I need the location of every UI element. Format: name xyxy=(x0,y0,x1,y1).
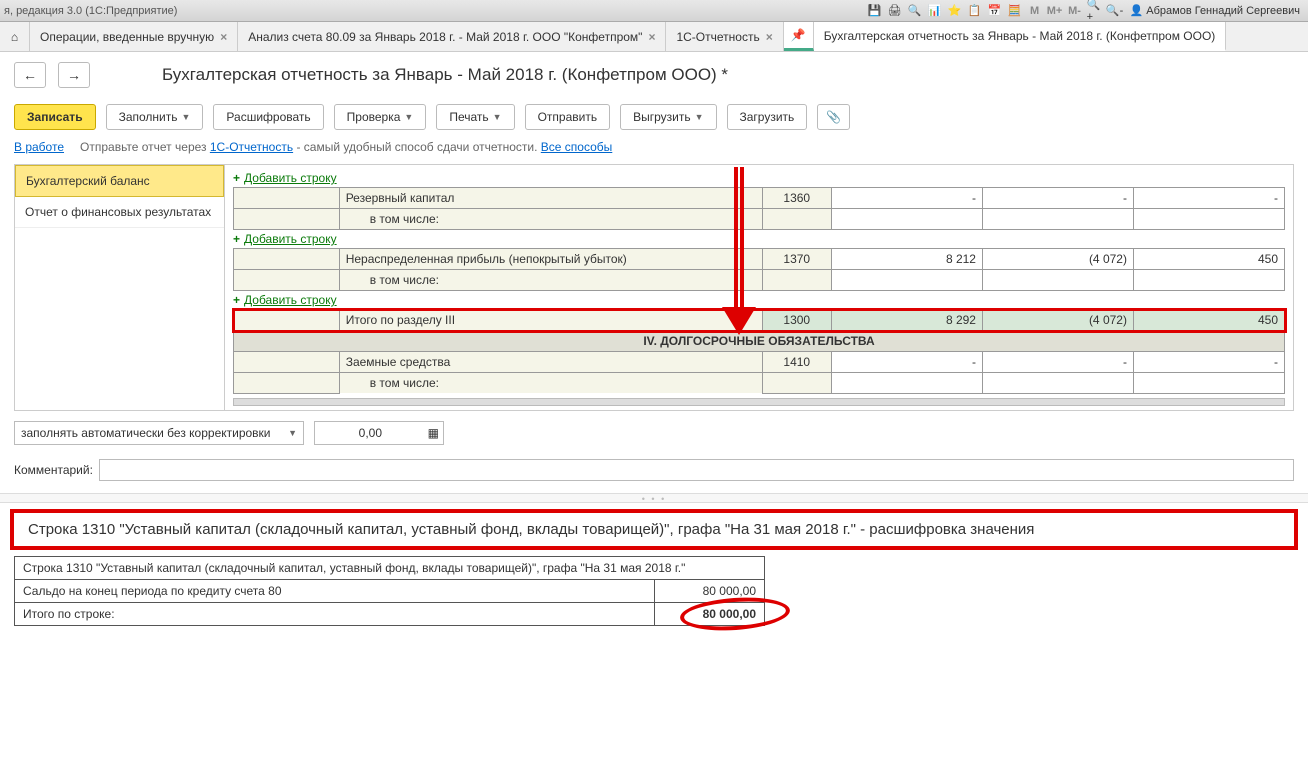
attach-button[interactable]: 📎 xyxy=(817,104,850,130)
home-icon: ⌂ xyxy=(11,30,18,44)
link-1c-reporting[interactable]: 1С-Отчетность xyxy=(210,140,293,154)
forward-button[interactable]: → xyxy=(58,62,90,88)
app-title: я, редакция 3.0 (1С:Предприятие) xyxy=(4,5,177,17)
table-row[interactable]: в том числе: xyxy=(234,270,1285,291)
calculator-icon[interactable]: ▦ xyxy=(428,426,439,440)
chart-icon[interactable]: 📊 xyxy=(926,2,944,20)
grid-total: Итого по разделу III 1300 8 292(4 072)45… xyxy=(233,309,1285,394)
tabbar: ⌂ Операции, введенные вручную× Анализ сч… xyxy=(0,22,1308,52)
close-icon[interactable]: × xyxy=(648,30,655,44)
chevron-down-icon: ▼ xyxy=(695,112,704,122)
splitter[interactable]: • • • xyxy=(0,493,1308,503)
table-row: Итого по строке:80 000,00 xyxy=(15,602,765,625)
chevron-down-icon: ▼ xyxy=(493,112,502,122)
memory-mminus[interactable]: M- xyxy=(1066,2,1084,20)
toolbar: Записать Заполнить▼ Расшифровать Проверк… xyxy=(0,98,1308,136)
memory-m[interactable]: M xyxy=(1026,2,1044,20)
user-badge[interactable]: 👤 Абрамов Геннадий Сергеевич xyxy=(1126,4,1304,17)
paperclip-icon: 📎 xyxy=(826,110,841,124)
fill-mode-select[interactable]: заполнять автоматически без корректировк… xyxy=(14,421,304,445)
titlebar-tools: 💾 🖨 🔍 📊 ⭐ 📋 📅 🧮 M M+ M- 🔍+ 🔍- 👤 Абрамов … xyxy=(866,2,1304,20)
comment-label: Комментарий: xyxy=(14,463,93,477)
grid-profit: Нераспределенная прибыль (непокрытый убы… xyxy=(233,248,1285,291)
print-button[interactable]: Печать▼ xyxy=(436,104,514,130)
plus-icon: + xyxy=(233,293,240,307)
table-row[interactable]: Резервный капитал 1360 --- xyxy=(234,188,1285,209)
user-name: Абрамов Геннадий Сергеевич xyxy=(1146,5,1300,17)
upload-button[interactable]: Выгрузить▼ xyxy=(620,104,716,130)
table-row: Строка 1310 "Уставный капитал (складочны… xyxy=(15,556,765,579)
section-row: IV. ДОЛГОСРОЧНЫЕ ОБЯЗАТЕЛЬСТВА xyxy=(234,331,1285,352)
table-row[interactable]: в том числе: xyxy=(234,373,1285,394)
print-icon[interactable]: 🖨 xyxy=(886,2,904,20)
comment-input[interactable] xyxy=(99,459,1294,481)
calendar-icon[interactable]: 📅 xyxy=(986,2,1004,20)
main-split: Бухгалтерский баланс Отчет о финансовых … xyxy=(14,164,1294,411)
table-row[interactable]: в том числе: xyxy=(234,209,1285,230)
tab-accounting-report[interactable]: Бухгалтерская отчетность за Январь - Май… xyxy=(814,22,1227,51)
left-pane: Бухгалтерский баланс Отчет о финансовых … xyxy=(15,165,225,410)
grid-reserve: Резервный капитал 1360 --- в том числе: xyxy=(233,187,1285,230)
table-row: Сальдо на конец периода по кредиту счета… xyxy=(15,579,765,602)
load-button[interactable]: Загрузить xyxy=(727,104,808,130)
detail-table: Строка 1310 "Уставный капитал (складочны… xyxy=(14,556,765,626)
comment-row: Комментарий: xyxy=(0,455,1308,493)
link-all-ways[interactable]: Все способы xyxy=(541,140,613,154)
info-text: Отправьте отчет через 1С-Отчетность - са… xyxy=(80,140,612,154)
add-row-link[interactable]: +Добавить строку xyxy=(233,232,1285,246)
close-icon[interactable]: × xyxy=(766,30,773,44)
close-icon[interactable]: × xyxy=(220,30,227,44)
add-row-link[interactable]: +Добавить строку xyxy=(233,171,1285,185)
right-pane: +Добавить строку Резервный капитал 1360 … xyxy=(225,165,1293,410)
tab-reporting[interactable]: 1С-Отчетность× xyxy=(666,22,783,51)
calculator-icon[interactable]: 🧮 xyxy=(1006,2,1024,20)
memory-mplus[interactable]: M+ xyxy=(1046,2,1064,20)
send-button[interactable]: Отправить xyxy=(525,104,611,130)
clipboard-icon[interactable]: 📋 xyxy=(966,2,984,20)
table-row[interactable]: Заемные средства 1410 --- xyxy=(234,352,1285,373)
page-title: Бухгалтерская отчетность за Январь - Май… xyxy=(162,65,728,85)
zoom-out-icon[interactable]: 🔍- xyxy=(1106,2,1124,20)
chevron-down-icon: ▼ xyxy=(182,112,191,122)
tab-pin[interactable]: 📌 xyxy=(784,22,814,51)
tab-operations[interactable]: Операции, введенные вручную× xyxy=(30,22,238,51)
user-icon: 👤 xyxy=(1130,4,1144,17)
plus-icon: + xyxy=(233,171,240,185)
back-button[interactable]: ← xyxy=(14,62,46,88)
fill-button[interactable]: Заполнить▼ xyxy=(106,104,204,130)
status-link[interactable]: В работе xyxy=(14,140,64,154)
detail-title: Строка 1310 "Уставный капитал (складочны… xyxy=(14,513,1294,546)
save-icon[interactable]: 💾 xyxy=(866,2,884,20)
chevron-down-icon: ▼ xyxy=(404,112,413,122)
tab-home[interactable]: ⌂ xyxy=(0,22,30,51)
pin-icon: 📌 xyxy=(791,28,806,42)
sidebar-item-finresults[interactable]: Отчет о финансовых результатах xyxy=(15,197,224,228)
chevron-down-icon: ▼ xyxy=(288,428,297,438)
search-icon[interactable]: 🔍 xyxy=(906,2,924,20)
plus-icon: + xyxy=(233,232,240,246)
check-button[interactable]: Проверка▼ xyxy=(334,104,427,130)
inforow: В работе Отправьте отчет через 1С-Отчетн… xyxy=(0,136,1308,164)
save-button[interactable]: Записать xyxy=(14,104,96,130)
tab-analysis[interactable]: Анализ счета 80.09 за Январь 2018 г. - М… xyxy=(238,22,666,51)
navrow: ← → Бухгалтерская отчетность за Январь -… xyxy=(0,52,1308,98)
bottom-controls: заполнять автоматически без корректировк… xyxy=(0,411,1308,455)
zoom-in-icon[interactable]: 🔍+ xyxy=(1086,2,1104,20)
star-icon[interactable]: ⭐ xyxy=(946,2,964,20)
total-row[interactable]: Итого по разделу III 1300 8 292(4 072)45… xyxy=(234,310,1285,331)
decode-button[interactable]: Расшифровать xyxy=(213,104,323,130)
sidebar-item-balance[interactable]: Бухгалтерский баланс xyxy=(15,165,224,197)
value-input[interactable]: 0,00▦ xyxy=(314,421,444,445)
add-row-link[interactable]: +Добавить строку xyxy=(233,293,1285,307)
titlebar: я, редакция 3.0 (1С:Предприятие) 💾 🖨 🔍 📊… xyxy=(0,0,1308,22)
scrollbar[interactable] xyxy=(233,398,1285,406)
